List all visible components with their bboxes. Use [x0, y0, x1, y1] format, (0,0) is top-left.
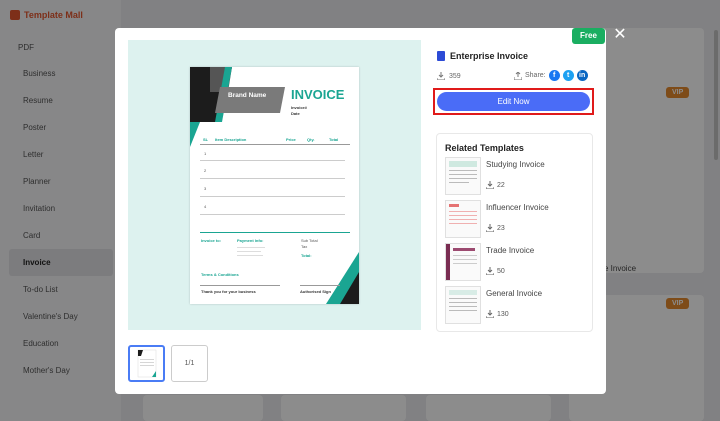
related-template-name: Trade Invoice	[486, 246, 535, 255]
page-thumbnail[interactable]	[128, 345, 165, 382]
download-icon	[486, 310, 494, 318]
related-template-name: General Invoice	[486, 289, 543, 298]
related-count-value: 23	[497, 224, 505, 232]
col-header-no: SL	[203, 137, 209, 142]
invoice-date-label: Date	[291, 111, 300, 116]
twitter-icon[interactable]: t	[562, 70, 574, 81]
placeholder-text-line	[237, 247, 265, 248]
download-icon	[486, 181, 494, 189]
related-template-item[interactable]: Studying Invoice 22	[445, 157, 590, 195]
col-header-desc: Item Description	[215, 137, 247, 142]
divider	[200, 144, 350, 145]
related-templates-title: Related Templates	[445, 143, 524, 153]
total-label: Total:	[301, 253, 312, 258]
template-title: Enterprise Invoice	[437, 51, 528, 61]
related-template-item[interactable]: General Invoice 130	[445, 286, 590, 324]
related-template-item[interactable]: Influencer Invoice 23	[445, 200, 590, 238]
related-download-count: 50	[486, 267, 505, 275]
divider	[200, 196, 345, 197]
col-header-qty: Qty.	[307, 137, 315, 142]
subtotal-label: Sub Total	[301, 238, 318, 243]
thanks-text: Thank you for your business	[201, 289, 256, 294]
divider	[300, 285, 340, 286]
related-template-name: Studying Invoice	[486, 160, 545, 169]
related-thumbnail	[445, 243, 481, 281]
related-download-count: 23	[486, 224, 505, 232]
linkedin-icon[interactable]: in	[576, 70, 588, 81]
download-icon	[486, 224, 494, 232]
share-row: Share: f t in	[514, 70, 588, 81]
share-label: Share:	[525, 72, 546, 79]
placeholder-text-line	[237, 255, 263, 256]
divider	[200, 285, 280, 286]
download-icon	[437, 72, 445, 80]
facebook-icon[interactable]: f	[548, 70, 560, 81]
payment-info-label: Payment Info:	[237, 238, 264, 243]
pdf-icon	[437, 51, 445, 61]
related-count-value: 130	[497, 310, 509, 318]
invoice-preview: Brand Name INVOICE Invoice# Date SL Item…	[190, 67, 359, 304]
divider	[200, 178, 345, 179]
invoice-title: INVOICE	[291, 87, 345, 102]
invoice-brand-name: Brand Name	[228, 92, 267, 99]
divider	[200, 214, 345, 215]
related-download-count: 22	[486, 181, 505, 189]
related-thumbnail	[445, 200, 481, 238]
tax-label: Tax	[301, 244, 308, 249]
invoice-decoration	[190, 67, 359, 304]
free-badge: Free	[572, 28, 605, 44]
invoice-to-label: Invoice to:	[201, 238, 222, 243]
edit-now-button[interactable]: Edit Now	[437, 92, 590, 111]
thumbnail-image	[137, 349, 157, 378]
close-icon[interactable]: ✕	[612, 27, 628, 44]
row-number: 3	[204, 186, 207, 191]
row-number: 4	[204, 204, 207, 209]
row-number: 2	[204, 168, 207, 173]
related-count-value: 50	[497, 267, 505, 275]
col-header-price: Price	[286, 137, 296, 142]
share-icon	[514, 71, 522, 80]
download-icon	[486, 267, 494, 275]
template-title-text: Enterprise Invoice	[450, 51, 529, 61]
row-number: 1	[204, 151, 207, 156]
related-template-item[interactable]: Trade Invoice 50	[445, 243, 590, 281]
divider	[200, 232, 350, 233]
terms-label: Terms & Conditions	[201, 272, 239, 277]
related-thumbnail	[445, 286, 481, 324]
placeholder-text-line	[237, 251, 261, 252]
related-count-value: 22	[497, 181, 505, 189]
invoice-number-label: Invoice#	[291, 105, 308, 110]
related-template-name: Influencer Invoice	[486, 203, 549, 212]
divider	[200, 160, 345, 161]
related-download-count: 130	[486, 310, 509, 318]
page-indicator[interactable]: 1/1	[171, 345, 208, 382]
related-thumbnail	[445, 157, 481, 195]
download-count: 359	[449, 72, 461, 80]
signature-label: Authorised Sign	[300, 289, 331, 294]
col-header-total: Total	[329, 137, 339, 142]
download-stats: 359	[437, 72, 461, 80]
